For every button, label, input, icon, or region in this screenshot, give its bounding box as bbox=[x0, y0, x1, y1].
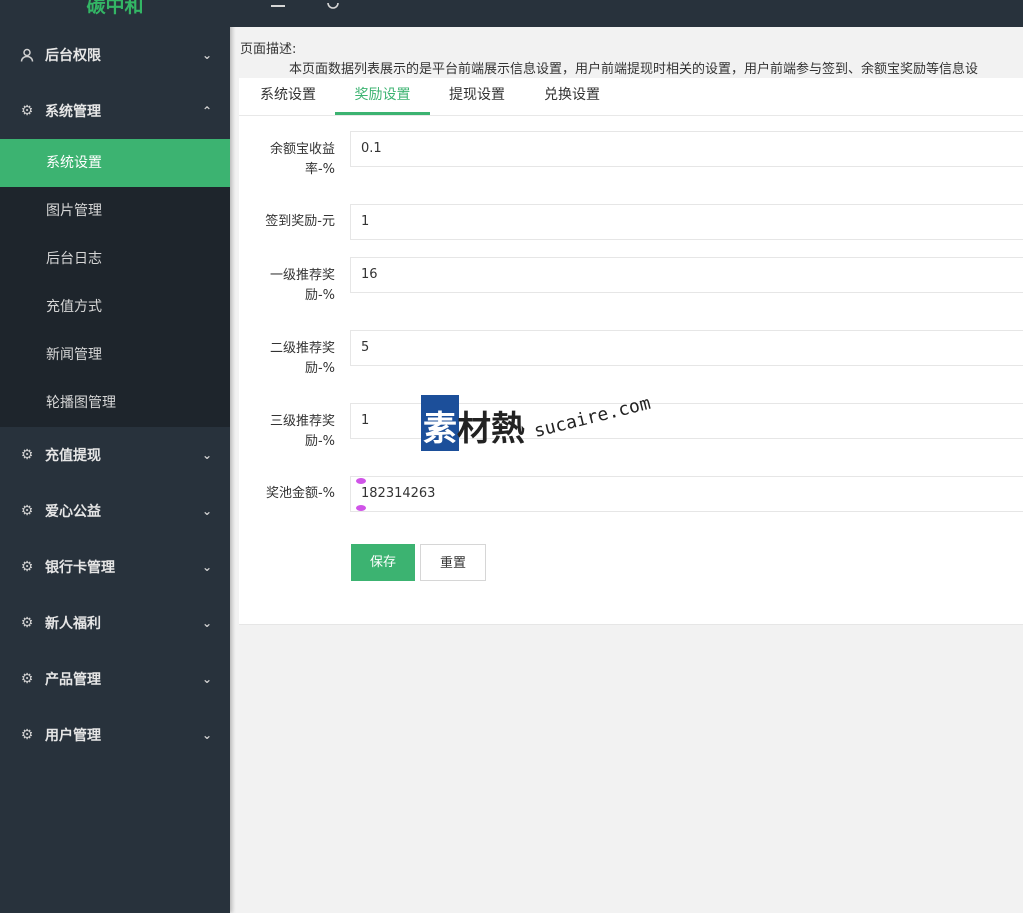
refresh-icon[interactable] bbox=[326, 0, 340, 10]
sidebar-item-carousel-management[interactable]: 轮播图管理 bbox=[0, 379, 230, 427]
field-label-line: 余额宝收益 bbox=[269, 142, 335, 157]
chevron-down-icon: ⌄ bbox=[201, 728, 212, 742]
prize-pool-input[interactable]: 182314263 bbox=[350, 476, 1023, 512]
page-description-text: 本页面数据列表展示的是平台前端展示信息设置，用户前端提现时相关的设置，用户前端参… bbox=[289, 62, 979, 77]
yuebao-rate-input[interactable]: 0.1 bbox=[350, 131, 1023, 167]
field-label-line: 三级推荐奖 bbox=[269, 414, 335, 429]
chevron-down-icon: ⌄ bbox=[201, 560, 212, 574]
hamburger-icon[interactable] bbox=[271, 0, 285, 10]
gear-icon: ⚙ bbox=[20, 671, 34, 687]
field-label-line: 二级推荐奖 bbox=[269, 341, 335, 356]
signin-reward-input[interactable]: 1 bbox=[350, 204, 1023, 240]
tab-exchange-settings[interactable]: 兑换设置 bbox=[533, 78, 611, 114]
sidebar-group-system-management[interactable]: ⚙ 系统管理 ⌃ bbox=[0, 83, 230, 139]
top-bar bbox=[230, 0, 1023, 27]
sidebar-item-recharge-methods[interactable]: 充值方式 bbox=[0, 283, 230, 331]
reset-button[interactable]: 重置 bbox=[420, 544, 486, 581]
sidebar-group-label: 爱心公益 bbox=[45, 504, 101, 520]
watermark: 素材熱 sucaire.com bbox=[421, 392, 671, 455]
field-label: 一级推荐奖 励-% bbox=[255, 266, 335, 306]
sidebar-group-products[interactable]: ⚙ 产品管理 ⌄ bbox=[0, 651, 230, 707]
chevron-up-icon: ⌃ bbox=[201, 104, 212, 118]
field-label: 三级推荐奖 励-% bbox=[255, 412, 335, 452]
text-cursor-icon bbox=[355, 478, 367, 512]
sidebar-group-recharge-withdraw[interactable]: ⚙ 充值提现 ⌄ bbox=[0, 427, 230, 483]
sidebar-item-admin-logs[interactable]: 后台日志 bbox=[0, 235, 230, 283]
sidebar-group-bank-cards[interactable]: ⚙ 银行卡管理 ⌄ bbox=[0, 539, 230, 595]
chevron-down-icon: ⌄ bbox=[201, 448, 212, 462]
chevron-down-icon: ⌄ bbox=[201, 672, 212, 686]
user-icon bbox=[19, 48, 35, 62]
gear-icon: ⚙ bbox=[20, 103, 34, 119]
gear-icon: ⚙ bbox=[20, 559, 34, 575]
app-logo: 碳中和 bbox=[86, 0, 144, 17]
chevron-down-icon: ⌄ bbox=[201, 504, 212, 518]
sidebar-submenu: 系统设置 图片管理 后台日志 充值方式 新闻管理 轮播图管理 bbox=[0, 139, 230, 427]
sidebar-group-label: 后台权限 bbox=[45, 48, 101, 64]
sidebar-group-label: 系统管理 bbox=[45, 104, 101, 120]
sidebar-item-image-management[interactable]: 图片管理 bbox=[0, 187, 230, 235]
sidebar-group-label: 充值提现 bbox=[45, 448, 101, 464]
watermark-rest-chars: 材熱 bbox=[457, 409, 525, 449]
watermark-cn-text: 素材熱 bbox=[423, 401, 525, 450]
gear-icon: ⚙ bbox=[20, 615, 34, 631]
sidebar-group-admin-permissions[interactable]: 后台权限 ⌄ bbox=[0, 27, 230, 83]
sidebar-group-label: 银行卡管理 bbox=[45, 560, 115, 576]
sidebar-group-newcomer-benefits[interactable]: ⚙ 新人福利 ⌄ bbox=[0, 595, 230, 651]
chevron-down-icon: ⌄ bbox=[201, 48, 212, 62]
level2-reward-input[interactable]: 5 bbox=[350, 330, 1023, 366]
tab-system-settings[interactable]: 系统设置 bbox=[249, 78, 327, 114]
chevron-down-icon: ⌄ bbox=[201, 616, 212, 630]
sidebar-menu: 后台权限 ⌄ ⚙ 系统管理 ⌃ 系统设置 图片管理 后台日志 充值方式 新闻管理… bbox=[0, 27, 230, 763]
sidebar-group-label: 产品管理 bbox=[45, 672, 101, 688]
sidebar-group-label: 用户管理 bbox=[45, 728, 101, 744]
sidebar-item-news-management[interactable]: 新闻管理 bbox=[0, 331, 230, 379]
field-label-line: 励-% bbox=[304, 288, 335, 303]
sidebar: 碳中和 后台权限 ⌄ ⚙ 系统管理 ⌃ 系统设置 图片管理 后台日志 充值方式 … bbox=[0, 0, 230, 913]
sidebar-group-charity[interactable]: ⚙ 爱心公益 ⌄ bbox=[0, 483, 230, 539]
field-label-line: 励-% bbox=[304, 361, 335, 376]
field-label: 余额宝收益 率-% bbox=[255, 140, 335, 180]
sidebar-item-system-settings[interactable]: 系统设置 bbox=[0, 139, 230, 187]
gear-icon: ⚙ bbox=[20, 447, 34, 463]
field-label-line: 一级推荐奖 bbox=[269, 268, 335, 283]
page-description-label: 页面描述: bbox=[240, 42, 297, 57]
tab-withdraw-settings[interactable]: 提现设置 bbox=[438, 78, 516, 114]
level1-reward-input[interactable]: 16 bbox=[350, 257, 1023, 293]
field-label: 二级推荐奖 励-% bbox=[255, 339, 335, 379]
sidebar-group-label: 新人福利 bbox=[45, 616, 101, 632]
watermark-en-text: sucaire.com bbox=[531, 392, 653, 442]
gear-icon: ⚙ bbox=[20, 503, 34, 519]
field-label: 签到奖励-元 bbox=[265, 214, 335, 229]
tab-reward-settings[interactable]: 奖励设置 bbox=[335, 78, 430, 115]
sidebar-group-users[interactable]: ⚙ 用户管理 ⌄ bbox=[0, 707, 230, 763]
field-label-line: 率-% bbox=[304, 162, 335, 177]
save-button[interactable]: 保存 bbox=[351, 544, 415, 581]
watermark-first-char: 素 bbox=[423, 409, 457, 449]
tab-bar: 系统设置 奖励设置 提现设置 兑换设置 bbox=[239, 78, 1023, 116]
gear-icon: ⚙ bbox=[20, 727, 34, 743]
field-label-line: 励-% bbox=[304, 434, 335, 449]
settings-panel: 系统设置 奖励设置 提现设置 兑换设置 余额宝收益 率-% 0.1 签到奖励-元… bbox=[239, 78, 1023, 625]
field-label: 奖池金额-% bbox=[265, 486, 335, 501]
